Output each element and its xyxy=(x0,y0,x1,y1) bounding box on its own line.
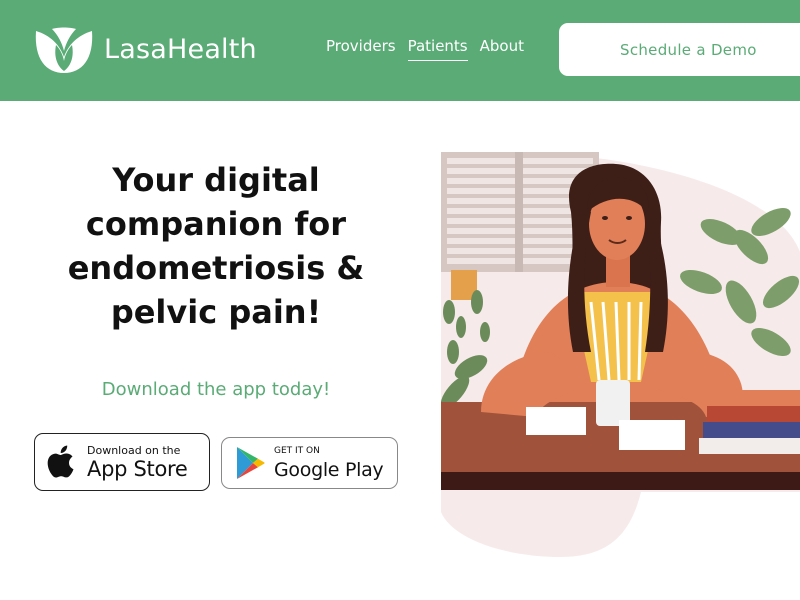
main-nav: Providers Patients About xyxy=(326,37,536,61)
hero-headline: Your digital companion for endometriosis… xyxy=(67,161,365,331)
schedule-demo-button[interactable]: Schedule a Demo xyxy=(559,23,800,76)
google-play-icon xyxy=(237,447,265,479)
app-store-badge[interactable]: Download on the App Store xyxy=(34,433,210,491)
hero-tagline: Download the app today! xyxy=(101,379,331,400)
nav-about[interactable]: About xyxy=(480,37,524,61)
google-play-big-text: Google Play xyxy=(274,458,384,481)
nav-providers[interactable]: Providers xyxy=(326,37,396,61)
apple-icon xyxy=(47,445,74,478)
nav-patients[interactable]: Patients xyxy=(407,37,468,61)
brand-logo[interactable]: LasaHealth xyxy=(32,25,257,75)
app-store-big-text: App Store xyxy=(87,456,188,481)
app-store-text: Download on the App Store xyxy=(87,444,188,481)
woman-at-desk-illustration xyxy=(441,152,800,557)
leaf-logo-icon xyxy=(35,27,93,73)
google-play-text: GET IT ON Google Play xyxy=(274,445,384,482)
google-play-badge[interactable]: GET IT ON Google Play xyxy=(221,437,398,489)
app-store-small-text: Download on the xyxy=(87,443,181,457)
site-header: LasaHealth Providers Patients About Sche… xyxy=(0,0,800,101)
brand-name: LasaHealth xyxy=(104,34,257,65)
google-play-small-text: GET IT ON xyxy=(274,445,320,456)
